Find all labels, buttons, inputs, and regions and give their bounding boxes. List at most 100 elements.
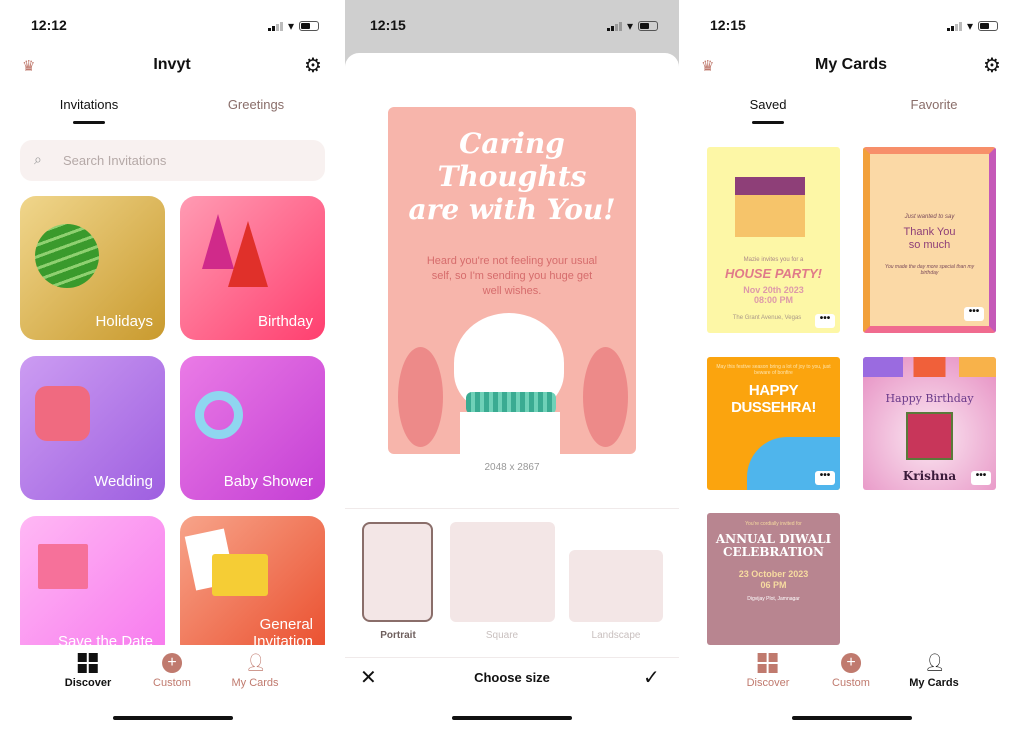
card-text: Mazie invites you for a: [743, 257, 804, 263]
card-message: Heard you're not feeling your usual self…: [426, 255, 598, 297]
card-text: Nov 20th 2023: [743, 285, 804, 295]
nav-my-cards[interactable]: 👤︎ My Cards: [909, 653, 959, 689]
plus-icon: +: [162, 653, 182, 673]
more-options-button[interactable]: •••: [964, 307, 984, 321]
card-text: You're cordially invited for: [745, 521, 802, 527]
tab-saved[interactable]: Saved: [750, 97, 787, 112]
saved-card-house-party[interactable]: Mazie invites you for a HOUSE PARTY! Nov…: [707, 147, 840, 333]
nav-label: Discover: [64, 677, 112, 689]
leaf-decoration: [583, 347, 628, 447]
envelope-icon: [212, 554, 268, 596]
divider: [345, 508, 679, 509]
landscape-label: Landscape: [591, 630, 641, 641]
bottom-sheet: Caring Thoughts are with You! Heard you'…: [345, 53, 679, 734]
divider: [345, 657, 679, 658]
ornament-icon: [35, 224, 99, 288]
scarf: [466, 392, 556, 414]
category-label: Wedding: [94, 473, 153, 490]
bunting: [863, 357, 996, 377]
discover-screen: 12:12 ▾ ♛ Invyt ⚙ Invitations Greetings …: [0, 0, 340, 734]
bottom-nav: Discover + Custom 👤︎ My Cards: [0, 645, 340, 705]
crown-icon[interactable]: ♛: [22, 57, 35, 75]
card-text: You made the day more special than my bi…: [884, 264, 975, 276]
home-indicator: [452, 716, 572, 720]
house-illustration: [735, 177, 805, 237]
nav-my-cards[interactable]: 👤︎ My Cards: [231, 653, 278, 689]
grid-icon: [757, 653, 778, 673]
card-text: so much: [908, 239, 951, 251]
nav-label: Custom: [832, 677, 870, 689]
card-text: 23 October 2023: [738, 569, 809, 579]
square-label: Square: [485, 630, 519, 641]
size-option-square[interactable]: [450, 522, 555, 622]
page-title: My Cards: [814, 56, 888, 73]
gear-icon[interactable]: ⚙: [983, 53, 1001, 78]
card-text: 06 PM: [760, 580, 787, 590]
card-title: Caring Thoughts are with You!: [408, 127, 616, 226]
nav-custom[interactable]: + Custom: [832, 653, 870, 689]
card-text: HOUSE PARTY!: [724, 266, 823, 281]
tab-favorite[interactable]: Favorite: [911, 97, 958, 112]
card-text: ANNUAL DIWALI CELEBRATION: [715, 532, 832, 559]
party-hat-icon: [228, 221, 268, 287]
category-holidays[interactable]: Holidays: [20, 196, 165, 340]
cake-icon: [35, 386, 90, 441]
search-icon: ⌕: [34, 151, 42, 167]
nav-discover[interactable]: Discover: [65, 653, 111, 689]
wifi-icon: ▾: [967, 19, 974, 33]
cat-body: [460, 412, 560, 454]
card-text: Digvijay Plot, Jamnagar: [747, 596, 800, 602]
status-time: 12:15: [710, 17, 746, 33]
size-option-landscape[interactable]: [569, 550, 663, 622]
active-tab-indicator: [73, 121, 105, 124]
home-indicator: [113, 716, 233, 720]
category-save-the-date[interactable]: Save the Date: [20, 516, 165, 660]
person-icon: 👤︎: [924, 653, 946, 672]
saved-card-birthday[interactable]: Happy Birthday Krishna •••: [863, 357, 996, 490]
signal-icon: [268, 21, 283, 31]
status-time: 12:12: [31, 17, 67, 33]
category-baby-shower[interactable]: Baby Shower: [180, 356, 325, 500]
category-general-invitation[interactable]: General Invitation: [180, 516, 325, 660]
signal-icon: [947, 21, 962, 31]
more-options-button[interactable]: •••: [971, 471, 991, 485]
search-input[interactable]: ⌕ Search Invitations: [20, 140, 325, 181]
category-label: Holidays: [95, 313, 153, 330]
saved-card-diwali[interactable]: You're cordially invited for ANNUAL DIWA…: [707, 513, 840, 645]
tab-greetings[interactable]: Greetings: [228, 97, 284, 112]
nav-custom[interactable]: + Custom: [153, 653, 191, 689]
nav-discover[interactable]: Discover: [746, 653, 790, 689]
choose-size-screen: 12:15 ▾ Caring Thoughts are with You! He…: [345, 0, 679, 734]
nav-label: My Cards: [231, 677, 279, 689]
size-option-portrait[interactable]: [362, 522, 433, 622]
portrait-label: Portrait: [380, 630, 416, 641]
wifi-icon: ▾: [627, 19, 634, 33]
gear-icon[interactable]: ⚙: [304, 53, 322, 78]
more-options-button[interactable]: •••: [815, 471, 835, 485]
battery-icon: [978, 21, 999, 31]
category-birthday[interactable]: Birthday: [180, 196, 325, 340]
category-wedding[interactable]: Wedding: [20, 356, 165, 500]
saved-card-thank-you[interactable]: Just wanted to say Thank You so much You…: [863, 147, 996, 333]
status-icons: ▾: [947, 19, 999, 33]
card-text: Thank You: [903, 226, 956, 238]
crown-icon[interactable]: ♛: [701, 57, 714, 75]
envelope-icon: [38, 544, 88, 589]
tab-invitations[interactable]: Invitations: [60, 97, 119, 112]
card-text: May this festive season bring a lot of j…: [716, 364, 831, 376]
card-text: HAPPY DUSSEHRA!: [731, 382, 816, 416]
card-text: 08:00 PM: [753, 295, 794, 305]
category-label: Baby Shower: [223, 473, 313, 490]
wifi-icon: ▾: [288, 19, 295, 33]
signal-icon: [607, 21, 622, 31]
check-icon[interactable]: ✓: [643, 665, 660, 690]
nav-label: Discover: [746, 677, 790, 689]
person-icon: 👤︎: [245, 653, 267, 672]
category-label: Birthday: [257, 313, 313, 330]
nav-label: My Cards: [909, 677, 959, 689]
card-text: The Grant Avenue, Vegas: [732, 315, 802, 321]
app-title: Invyt: [153, 56, 191, 73]
active-tab-indicator: [752, 121, 784, 124]
saved-card-dussehra[interactable]: May this festive season bring a lot of j…: [707, 357, 840, 490]
more-options-button[interactable]: •••: [815, 314, 835, 328]
